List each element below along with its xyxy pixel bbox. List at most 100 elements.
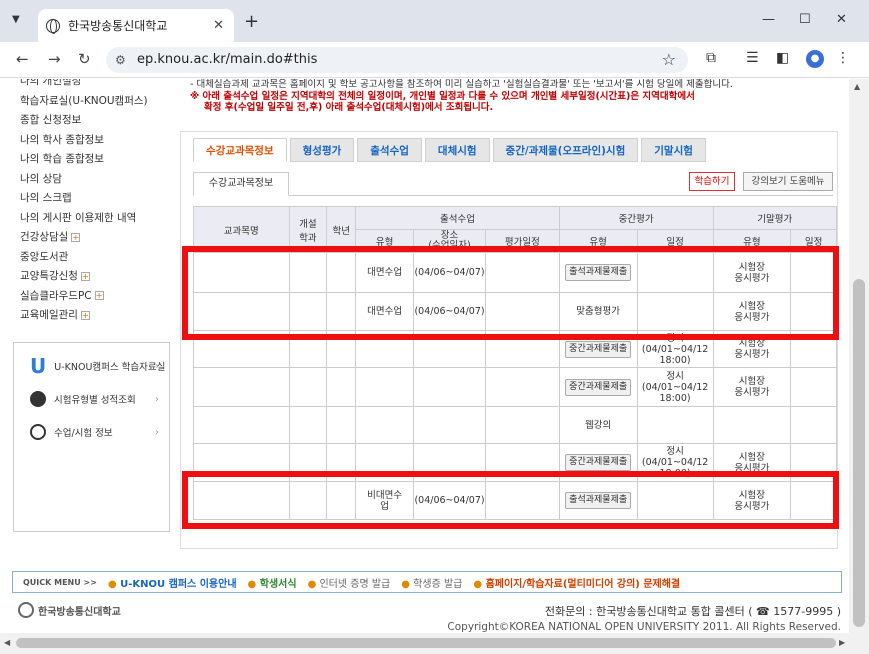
highlight-box-bottom [182, 471, 839, 529]
notice-line-1: - 대체실습과제 교과목은 홈페이지 및 학보 공고사항을 참조하여 미리 실습… [190, 79, 733, 90]
horizontal-scrollbar[interactable]: ◀ ▶ [0, 633, 869, 654]
notice-text: - 대체실습과제 교과목은 홈페이지 및 학보 공고사항을 참조하여 미리 실습… [190, 79, 840, 114]
side-panel-icon[interactable]: ◧ [776, 50, 789, 66]
sidebar-item-label: 중앙도서관 [20, 250, 69, 263]
back-arrow-icon[interactable]: ← [16, 50, 29, 68]
sidebar-item[interactable]: 나의 학습 종합정보 [20, 150, 180, 170]
browser-tab[interactable]: 한국방송통신대학교 ✕ [38, 9, 234, 42]
bookmark-star-icon[interactable]: ☆ [662, 50, 676, 69]
exam-label: 시험유형별 성적조회 [54, 395, 136, 406]
chevron-right-icon: › [155, 426, 159, 438]
quick-link-forms[interactable]: ● 학생서식 [248, 575, 297, 590]
tab-attendance[interactable]: 출석수업 [357, 138, 422, 162]
quick-link-certificate[interactable]: ● 인터넷 증명 발급 [308, 575, 391, 590]
submit-button[interactable]: 중간과제물제출 [565, 454, 632, 471]
class-info-link[interactable]: 수업/시험 정보 › [14, 417, 169, 447]
exam-grade-link[interactable]: 시험유형별 성적조회 › [14, 384, 169, 414]
sidebar-item[interactable]: 나의 게시판 이용제한 내역 [20, 209, 180, 229]
submit-button[interactable]: 중간과제물제출 [565, 340, 632, 358]
globe-icon [46, 18, 60, 34]
quick-menu: QUICK MENU >> ● U-KNOU 캠퍼스 이용안내 ● 학생서식 ●… [12, 571, 842, 593]
ucampus-link[interactable]: U U-KNOU캠퍼스 학습자료실 › [14, 351, 169, 381]
cell-grade [326, 367, 357, 407]
submit-button[interactable]: 중간과제물제출 [565, 378, 632, 396]
tab-courses[interactable]: 수강교과목정보 [193, 138, 287, 162]
sidebar-item-label: 실습클라우드PC [20, 289, 92, 302]
exam-icon [30, 391, 46, 407]
cell-final-sched [790, 406, 837, 444]
cell-open [288, 406, 328, 444]
sidebar-item-label: 나의 게시판 이용제한 내역 [20, 211, 137, 224]
cell-open [288, 367, 328, 407]
contact-info: 전화문의 : 한국방송통신대학교 통합 콜센터 ( ☎ 1577-9995 ) [544, 605, 841, 618]
quick-link-ucampus[interactable]: ● U-KNOU 캠퍼스 이용안내 [108, 575, 237, 590]
sidebar-shortcuts: U U-KNOU캠퍼스 학습자료실 › 시험유형별 성적조회 › 수업/시험 정… [13, 342, 170, 532]
scroll-right-icon[interactable]: ▶ [839, 638, 845, 647]
vertical-scrollbar[interactable]: ▲ [849, 79, 869, 633]
sidebar-item[interactable]: 나의 상담 [20, 170, 180, 190]
hscroll-thumb[interactable] [16, 638, 836, 648]
cell-attend-place [413, 406, 487, 444]
cell-mid-type[interactable]: 중간과제물제출 [558, 367, 638, 407]
ucampus-label: U-KNOU캠퍼스 학습자료실 [54, 362, 166, 373]
close-window-button[interactable]: ✕ [836, 12, 847, 27]
sidebar-item[interactable]: 교양특강신청 + [20, 267, 180, 287]
cell-final-type: 시험장 응시평가 [712, 367, 792, 407]
tab-substitute-exam[interactable]: 대체시험 [424, 138, 490, 162]
logo-emblem-icon [18, 602, 34, 618]
sidebar-item[interactable]: 나의 개인설정 [20, 79, 180, 92]
cell-grade [326, 406, 357, 444]
sidebar-item[interactable]: 종합 신청정보 [20, 111, 180, 131]
scroll-left-icon[interactable]: ◀ [4, 638, 10, 647]
reload-icon[interactable]: ↻ [78, 50, 91, 68]
reading-list-icon[interactable]: ☰ [746, 50, 759, 66]
subtab-courses[interactable]: 수강교과목정보 [193, 172, 289, 196]
lecture-help-button[interactable]: 강의보기 도움메뉴 [743, 172, 833, 191]
forward-arrow-icon[interactable]: → [48, 50, 61, 68]
chevron-right-icon: › [155, 393, 159, 405]
sidebar-item[interactable]: 나의 스크랩 [20, 189, 180, 209]
site-settings-icon[interactable]: ⚙ [115, 53, 126, 67]
new-tab-button[interactable]: + [244, 11, 259, 32]
study-button[interactable]: 학습하기 [689, 172, 735, 191]
cell-final-sched [790, 367, 837, 407]
sidebar-item[interactable]: 학습자료실(U-KNOU캠퍼스) [20, 92, 180, 112]
cell-attend-type [355, 406, 415, 444]
sidebar-item[interactable]: 실습클라우드PC + [20, 287, 180, 307]
extensions-icon[interactable]: ⧉ [706, 50, 716, 66]
sidebar-item-label: 나의 상담 [20, 172, 62, 185]
address-bar[interactable]: ⚙ ep.knou.ac.kr/main.do#this ☆ [106, 47, 688, 73]
tab-close-icon[interactable]: ✕ [213, 18, 224, 33]
minimize-button[interactable]: — [762, 12, 775, 27]
tab-midterm[interactable]: 중간/과제물(오프라인)시험 [492, 138, 639, 162]
cell-subject [193, 367, 290, 407]
table-row: 중간과제물제출 정시 (04/01~04/12 18:00) 시험장 응시평가 [193, 367, 837, 407]
menu-dots-icon[interactable]: ⋮ [836, 50, 850, 66]
sidebar-item[interactable]: 나의 학사 종합정보 [20, 131, 180, 151]
url-text[interactable]: ep.knou.ac.kr/main.do#this [137, 52, 317, 67]
tab-formative[interactable]: 형성평가 [289, 138, 355, 162]
tab-search-chevron-icon[interactable]: ▼ [12, 14, 32, 32]
col-final: 기말평가 [712, 206, 838, 230]
plus-icon: + [80, 310, 90, 320]
sidebar-item-label: 나의 학사 종합정보 [20, 133, 104, 146]
chevron-right-icon: › [155, 360, 159, 372]
sidebar-item[interactable]: 교육메일관리 + [20, 306, 180, 326]
quick-link-student-id[interactable]: ● 학생증 발급 [401, 575, 462, 590]
maximize-button[interactable]: ☐ [799, 12, 811, 27]
tab-final[interactable]: 기말시험 [641, 138, 706, 162]
cell-attend-eval [485, 406, 560, 444]
tab-title: 한국방송통신대학교 [68, 19, 168, 33]
col-mid: 중간평가 [558, 206, 714, 230]
profile-avatar[interactable]: ● [806, 50, 824, 68]
sidebar-item-label: 교육메일관리 [20, 309, 78, 321]
sidebar-item-label: 나의 개인설정 [20, 79, 82, 87]
toolbar: ← → ↻ ⚙ ep.knou.ac.kr/main.do#this ☆ ⧉ ☰… [0, 42, 869, 78]
cell-attend-eval [485, 367, 560, 407]
sidebar-item[interactable]: 중앙도서관 [20, 248, 180, 268]
sidebar-item[interactable]: 건강상담실 + [20, 228, 180, 248]
quick-link-troubleshoot[interactable]: ● 홈페이지/학습자료(멀티미디어 강의) 문제해결 [473, 575, 680, 590]
scroll-up-icon[interactable]: ▲ [854, 82, 860, 91]
sidebar-item-label: 종합 신청정보 [20, 114, 82, 126]
scroll-thumb[interactable] [853, 279, 865, 627]
